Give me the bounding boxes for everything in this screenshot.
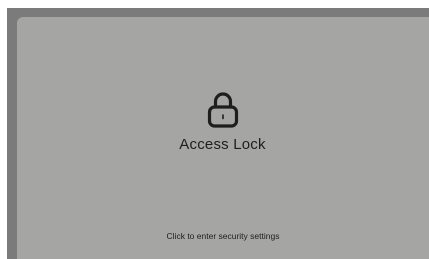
lock-icon	[206, 90, 240, 130]
security-settings-hint: Click to enter security settings	[166, 231, 280, 241]
access-lock-panel[interactable]: Access Lock Click to enter security sett…	[17, 17, 429, 259]
access-lock-title: Access Lock	[179, 136, 266, 153]
